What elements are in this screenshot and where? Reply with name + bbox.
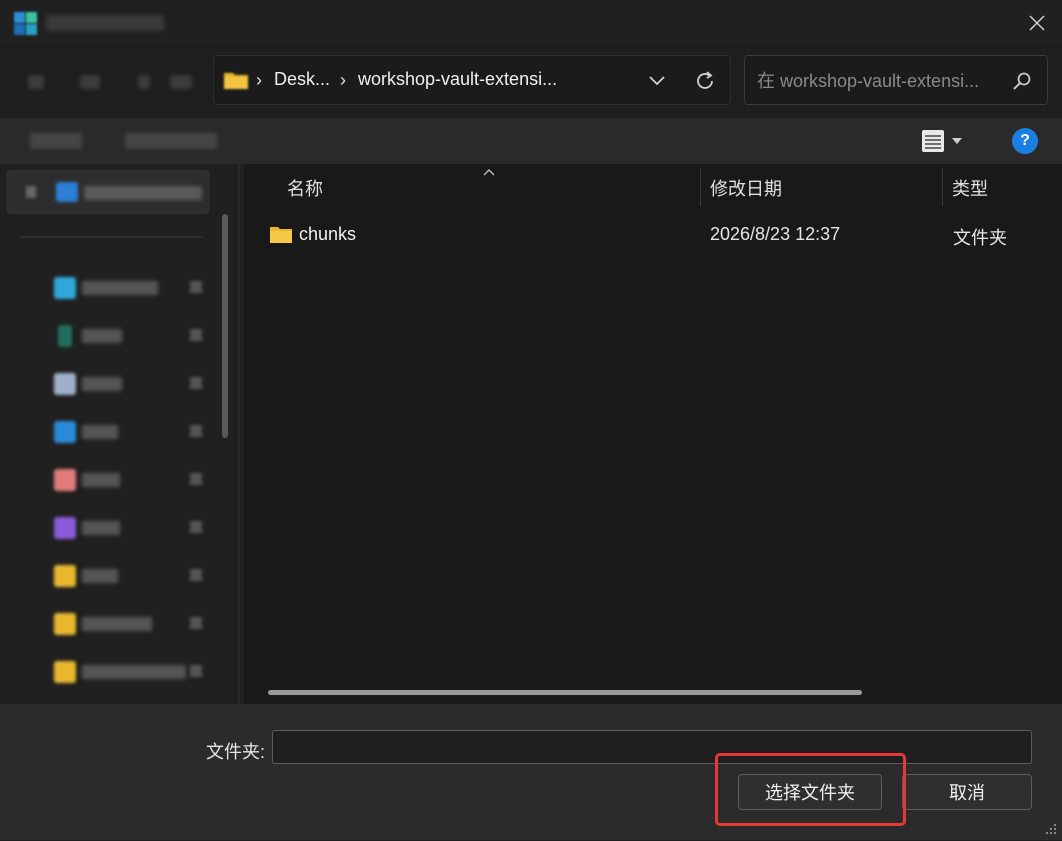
- highlight-box: [715, 753, 906, 826]
- sidebar-item-videos[interactable]: [54, 512, 210, 542]
- pin-icon: [190, 569, 202, 581]
- close-icon: [1029, 15, 1045, 31]
- sidebar-item-folder[interactable]: [54, 560, 210, 590]
- view-options-button[interactable]: [920, 126, 974, 156]
- help-icon[interactable]: ?: [1012, 128, 1038, 154]
- document-icon: [54, 373, 76, 395]
- pin-icon: [190, 473, 202, 485]
- address-bar[interactable]: › Desk... › workshop-vault-extensi...: [213, 55, 731, 105]
- file-date: 2026/8/23 12:37: [710, 224, 841, 244]
- column-header-name[interactable]: 名称: [287, 175, 323, 201]
- file-name: chunks: [299, 224, 357, 244]
- window-title: [46, 15, 164, 31]
- forward-button[interactable]: [80, 75, 100, 89]
- pin-icon: [190, 281, 202, 293]
- folder-label: 文件夹:: [206, 742, 266, 762]
- folder-icon: [54, 661, 76, 683]
- organize-menu[interactable]: [30, 133, 82, 149]
- folder-icon: [270, 226, 292, 243]
- search-input[interactable]: [755, 68, 1009, 94]
- file-type: 文件夹: [953, 228, 1007, 248]
- file-row[interactable]: chunks 2026/8/23 12:37 文件夹: [250, 214, 1056, 254]
- breadcrumb-separator: ›: [256, 70, 262, 90]
- sidebar-item-music[interactable]: [54, 464, 210, 494]
- resize-grip-icon[interactable]: [1044, 822, 1058, 836]
- breadcrumb-current-folder[interactable]: workshop-vault-extensi...: [358, 69, 557, 90]
- sidebar-item-downloads[interactable]: [54, 320, 210, 350]
- pin-icon: [190, 329, 202, 341]
- pin-icon: [190, 665, 202, 677]
- pin-icon: [190, 617, 202, 629]
- sidebar-divider: [20, 236, 202, 238]
- sidebar-scrollbar[interactable]: [222, 214, 228, 438]
- pin-icon: [190, 521, 202, 533]
- close-button[interactable]: [1022, 8, 1052, 38]
- video-icon: [54, 517, 76, 539]
- sidebar-item-folder[interactable]: [54, 608, 210, 638]
- search-box[interactable]: [744, 55, 1048, 105]
- folder-icon: [54, 565, 76, 587]
- column-header-date[interactable]: 修改日期: [710, 175, 782, 201]
- sidebar-item-pictures[interactable]: [54, 416, 210, 446]
- pane-divider[interactable]: [238, 164, 240, 704]
- chevron-down-icon: [952, 138, 962, 144]
- horizontal-scrollbar[interactable]: [268, 690, 862, 695]
- back-button[interactable]: [28, 75, 44, 89]
- folder-name-input[interactable]: [272, 730, 1032, 764]
- sidebar-item-desktop[interactable]: [54, 272, 210, 302]
- recent-dropdown[interactable]: [138, 75, 150, 89]
- column-header-type[interactable]: 类型: [952, 175, 988, 201]
- folder-icon: [224, 71, 248, 89]
- sidebar-item-folder[interactable]: [54, 656, 210, 686]
- desktop-icon: [54, 277, 76, 299]
- breadcrumb-separator: ›: [340, 70, 346, 90]
- download-icon: [58, 325, 72, 347]
- address-dropdown-button[interactable]: [642, 66, 672, 96]
- column-separator[interactable]: [700, 168, 701, 206]
- sidebar-item-documents[interactable]: [54, 368, 210, 398]
- pin-icon: [190, 377, 202, 389]
- breadcrumb-desktop[interactable]: Desk...: [274, 69, 330, 90]
- music-icon: [54, 469, 76, 491]
- picture-icon: [54, 421, 76, 443]
- column-separator[interactable]: [942, 168, 943, 206]
- sort-ascending-icon: [482, 164, 496, 176]
- search-icon[interactable]: [1011, 70, 1033, 92]
- refresh-icon: [697, 71, 713, 89]
- sidebar-item-selected[interactable]: [6, 170, 210, 214]
- view-list-icon: [922, 130, 944, 152]
- up-button[interactable]: [170, 75, 192, 89]
- app-icon: [12, 10, 40, 38]
- chevron-down-icon: [649, 76, 665, 86]
- refresh-button[interactable]: [690, 66, 720, 96]
- pin-icon: [190, 425, 202, 437]
- cancel-button[interactable]: 取消: [902, 774, 1032, 810]
- folder-icon: [54, 613, 76, 635]
- new-folder-button[interactable]: [125, 133, 217, 149]
